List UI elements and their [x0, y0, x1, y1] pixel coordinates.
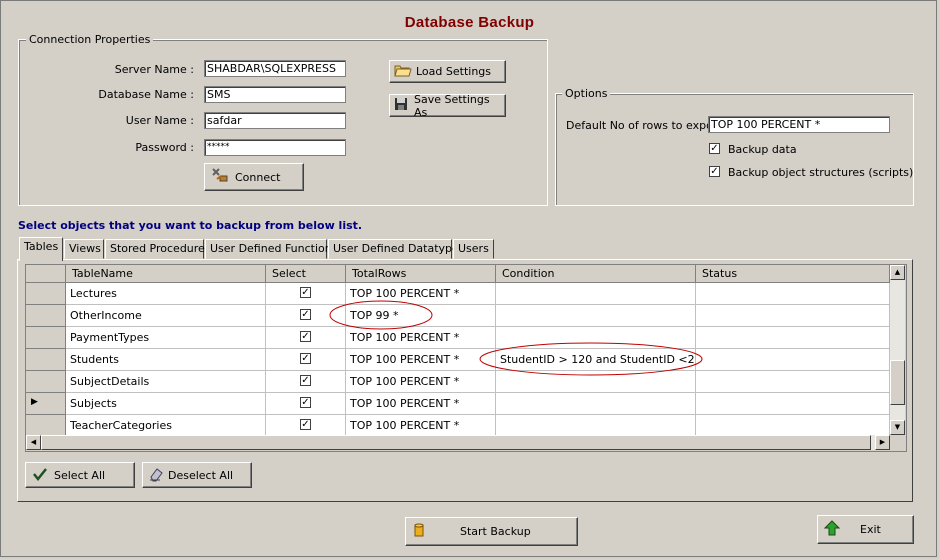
database-icon — [414, 523, 424, 540]
annotation-ellipse-otherincome — [329, 300, 433, 330]
start-backup-label: Start Backup — [460, 525, 531, 538]
deselect-all-label: Deselect All — [168, 468, 234, 482]
tab-tables[interactable]: Tables — [19, 237, 63, 261]
select-all-label: Select All — [54, 468, 106, 482]
exit-button[interactable]: Exit — [817, 515, 914, 544]
annotation-ellipse-students — [479, 342, 703, 376]
select-all-button[interactable]: Select All — [25, 462, 135, 488]
exit-label: Exit — [860, 523, 881, 536]
deselect-all-button[interactable]: Deselect All — [142, 462, 252, 488]
checkmark-icon — [32, 467, 48, 484]
annotation-overlay — [329, 300, 703, 376]
start-backup-button[interactable]: Start Backup — [405, 517, 578, 546]
eraser-icon — [148, 466, 164, 485]
arrow-up-icon — [823, 520, 841, 539]
